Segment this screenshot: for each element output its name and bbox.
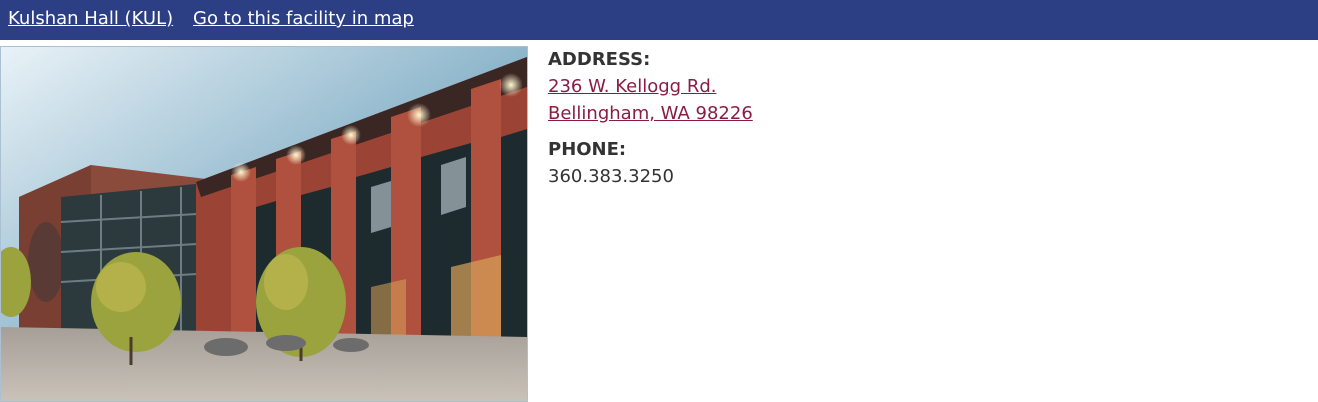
phone-label: PHONE: [548,139,627,160]
address-line-2[interactable]: Bellingham, WA 98226 [548,102,753,126]
address-line-1[interactable]: 236 W. Kellogg Rd. [548,75,716,99]
go-to-map-link[interactable]: Go to this facility in map [193,8,414,30]
facility-name-link[interactable]: Kulshan Hall (KUL) [8,8,173,30]
building-photo [0,46,528,402]
facility-header: Kulshan Hall (KUL) Go to this facility i… [0,0,1318,40]
phone-value: 360.383.3250 [548,166,674,187]
address-label: ADDRESS: [548,49,651,70]
